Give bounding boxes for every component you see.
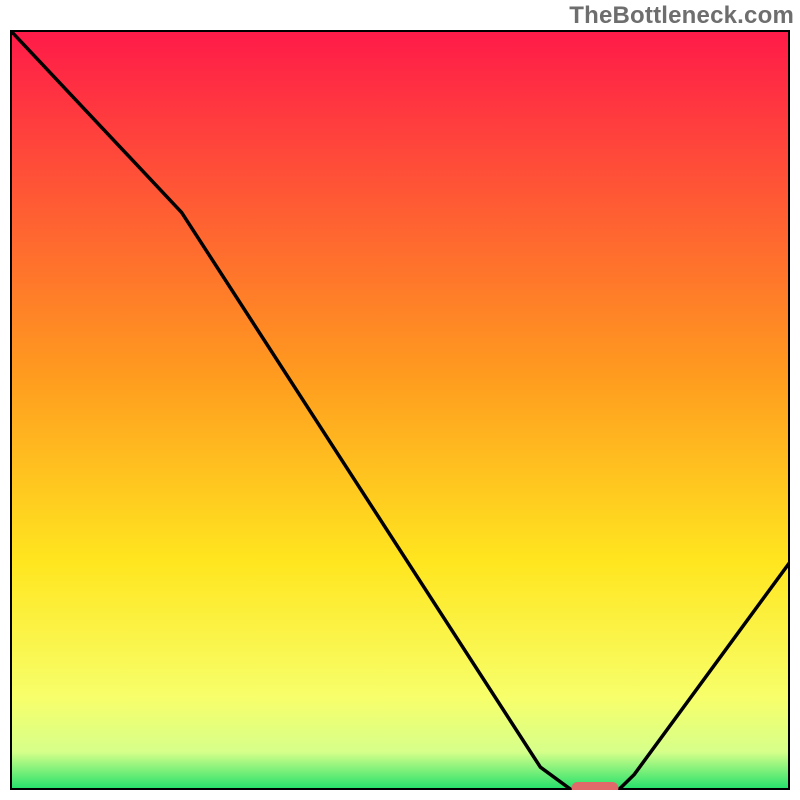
watermark-text: TheBottleneck.com	[569, 2, 794, 30]
chart-canvas: TheBottleneck.com	[0, 0, 800, 800]
chart-svg	[10, 30, 790, 790]
plot-frame	[10, 30, 790, 790]
gradient-background	[10, 30, 790, 790]
optimal-marker	[572, 782, 619, 790]
